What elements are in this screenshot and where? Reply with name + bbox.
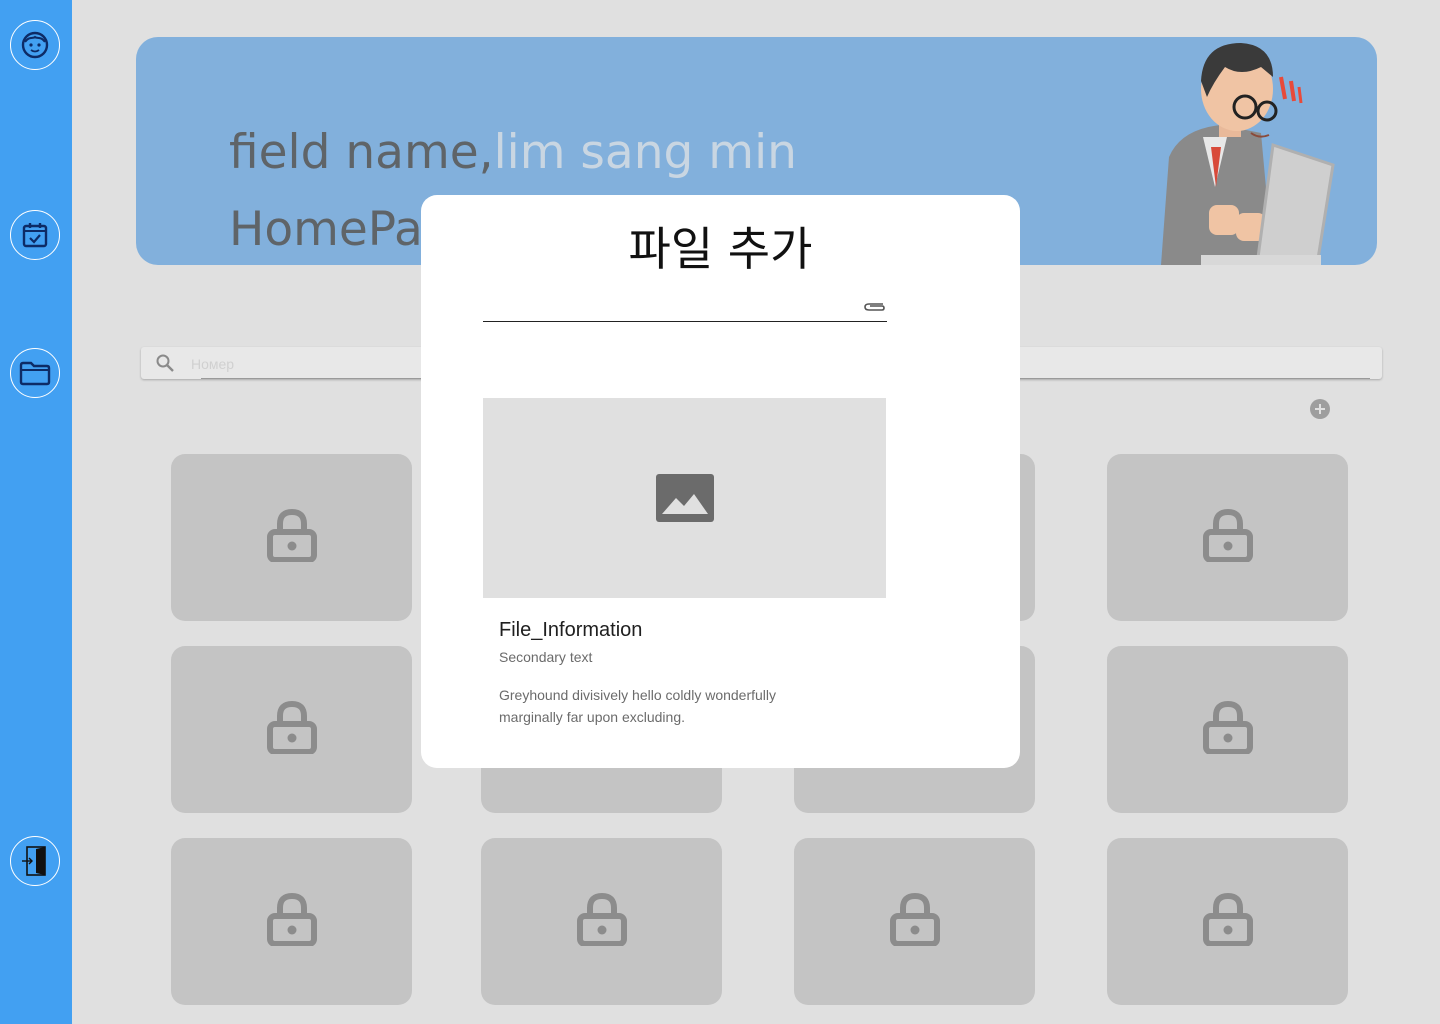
modal-title: 파일 추가 xyxy=(628,222,813,276)
locked-folder-tile[interactable] xyxy=(171,646,412,813)
locked-folder-tile[interactable] xyxy=(481,838,722,1005)
card-secondary-text: Secondary text xyxy=(499,649,593,665)
profile-face-icon xyxy=(21,31,49,59)
sidebar-item-calendar[interactable] xyxy=(10,210,60,260)
lock-icon xyxy=(1202,892,1254,951)
locked-folder-tile[interactable] xyxy=(1107,646,1348,813)
folder-icon xyxy=(19,361,51,386)
locked-folder-tile[interactable] xyxy=(1107,454,1348,621)
banner-greeting: field name,lim sang min xyxy=(229,123,797,183)
add-file-modal: 파일 추가 File_Information Secondary text Gr… xyxy=(421,195,1020,768)
locked-folder-tile[interactable] xyxy=(171,454,412,621)
stressed-worker-illustration xyxy=(1161,43,1335,265)
lock-icon xyxy=(266,892,318,951)
locked-folder-tile[interactable] xyxy=(1107,838,1348,1005)
card-media xyxy=(483,398,886,598)
card-body-text: Greyhound divisively hello coldly wonder… xyxy=(499,687,777,725)
locked-folder-tile[interactable] xyxy=(794,838,1035,1005)
lock-icon xyxy=(266,508,318,567)
banner-user-name: lim sang min xyxy=(493,125,797,180)
banner-prefix: field name, xyxy=(229,125,494,180)
locked-folder-tile[interactable] xyxy=(171,838,412,1005)
sidebar-item-folder[interactable] xyxy=(10,348,60,398)
lock-icon xyxy=(1202,508,1254,567)
lock-icon xyxy=(266,700,318,759)
lock-icon xyxy=(1202,700,1254,759)
sidebar xyxy=(0,0,72,1024)
lock-icon xyxy=(576,892,628,951)
image-placeholder-icon xyxy=(655,474,714,522)
search-icon xyxy=(156,354,174,372)
file-input-field[interactable] xyxy=(483,295,887,322)
add-circle-icon[interactable] xyxy=(1310,399,1330,419)
sidebar-item-profile[interactable] xyxy=(10,20,60,70)
paperclip-icon[interactable] xyxy=(863,300,887,314)
lock-icon xyxy=(889,892,941,951)
sidebar-item-logout[interactable] xyxy=(10,836,60,886)
card-title: File_Information xyxy=(499,619,643,641)
logout-door-icon xyxy=(22,846,46,876)
calendar-check-icon xyxy=(22,223,48,248)
